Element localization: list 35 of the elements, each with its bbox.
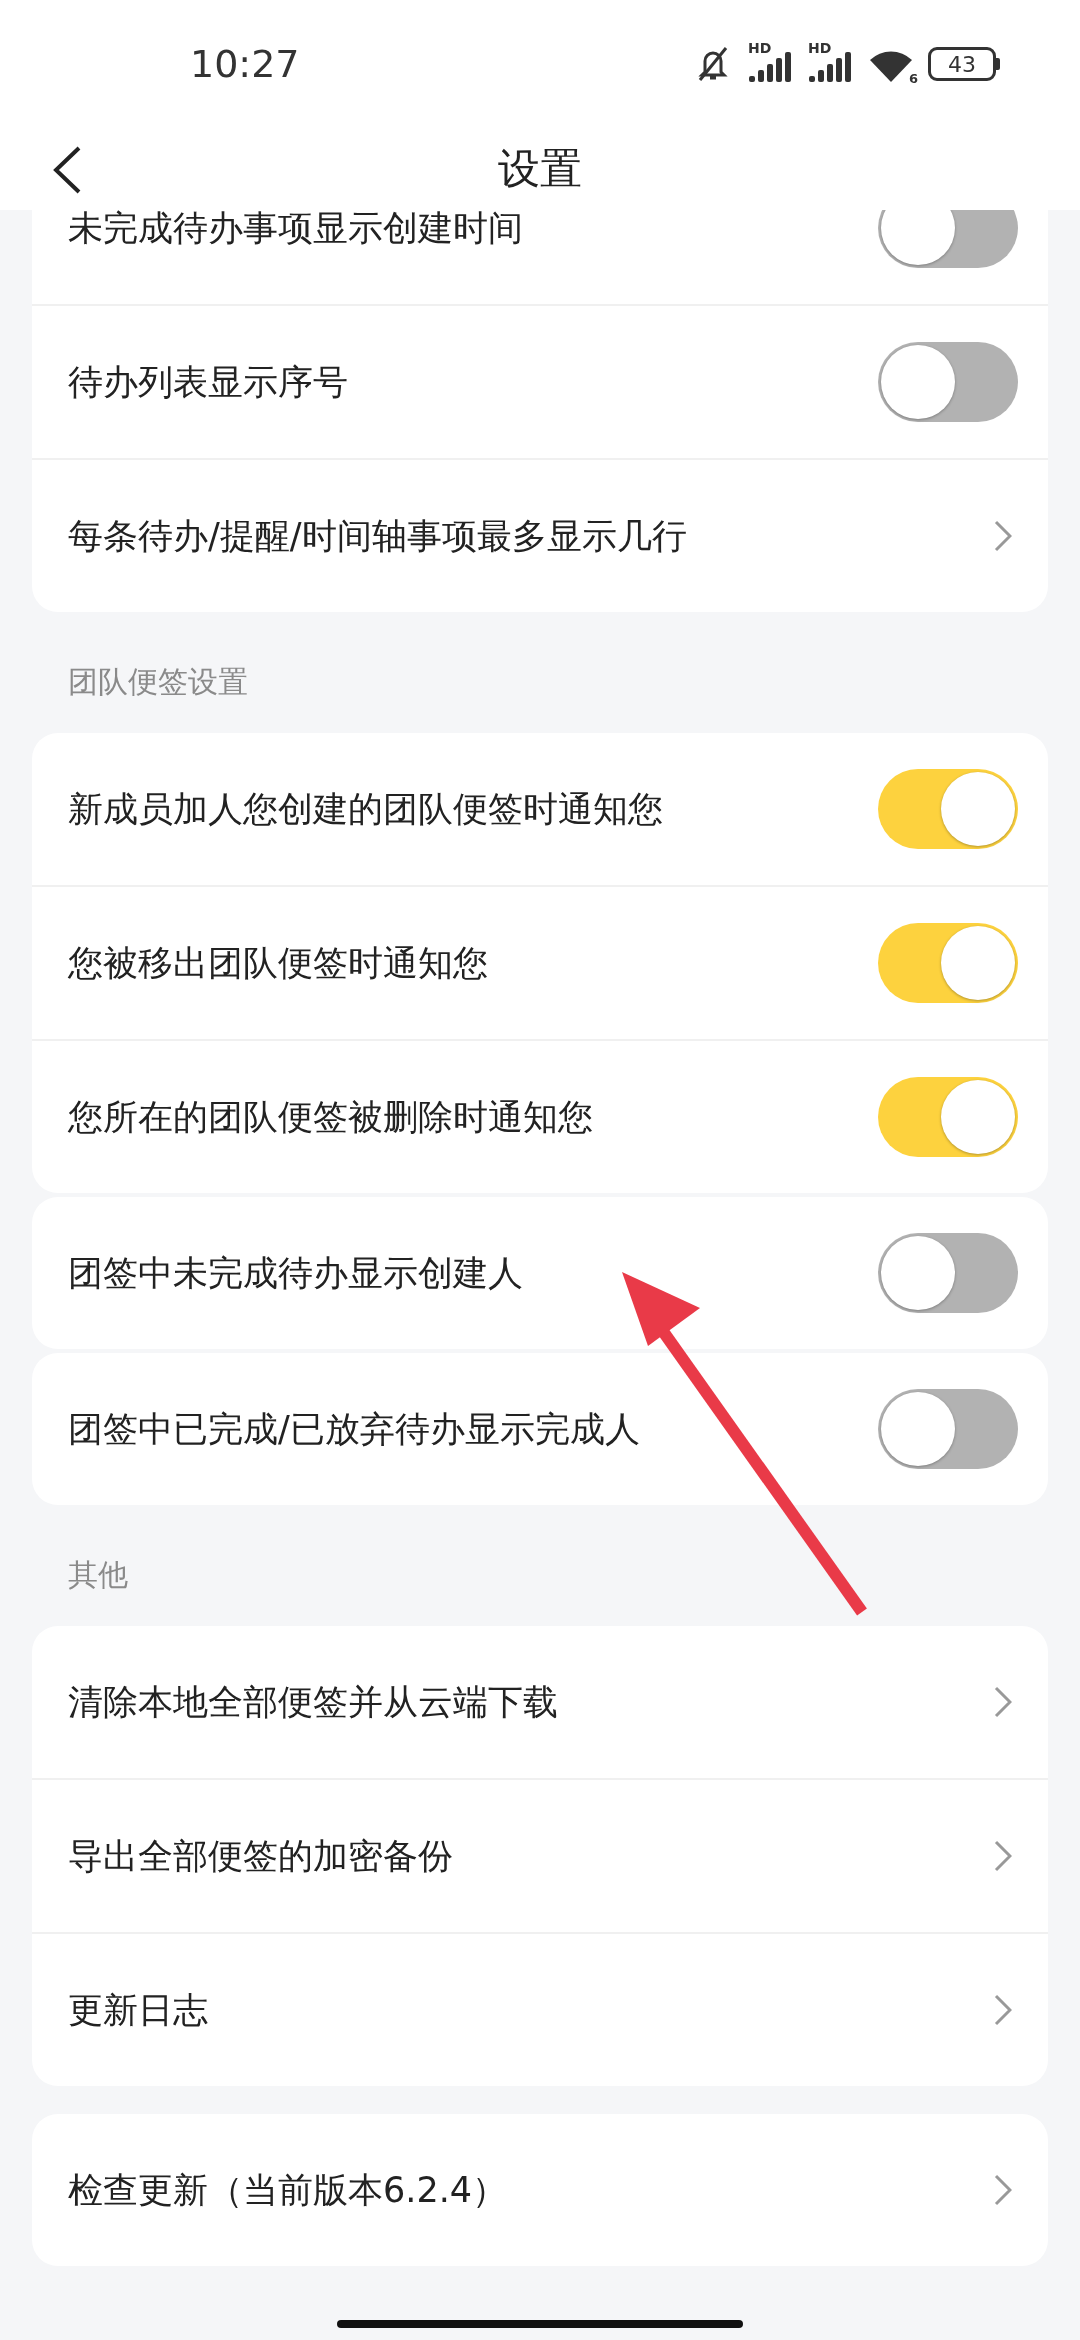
setting-row[interactable]: 您所在的团队便签被删除时通知您: [32, 1039, 1048, 1193]
setting-row[interactable]: 您被移出团队便签时通知您: [32, 885, 1048, 1039]
setting-label: 您被移出团队便签时通知您: [68, 941, 488, 985]
setting-row[interactable]: 更新日志: [32, 1932, 1048, 2086]
setting-label: 新成员加人您创建的团队便签时通知您: [68, 787, 663, 831]
setting-row[interactable]: 新成员加人您创建的团队便签时通知您: [32, 733, 1048, 885]
chevron-right-icon: [994, 1994, 1012, 2026]
chevron-right-icon: [994, 1686, 1012, 1718]
section-title: 团队便签设置: [67, 663, 249, 701]
setting-label: 团签中已完成/已放弃待办显示完成人: [68, 1407, 640, 1451]
chevron-right-icon: [994, 1840, 1012, 1872]
setting-label: 您所在的团队便签被删除时通知您: [68, 1095, 593, 1139]
setting-label: 导出全部便签的加密备份: [68, 1834, 453, 1878]
page-title: 设置: [498, 143, 582, 195]
setting-row[interactable]: 每条待办/提醒/时间轴事项最多显示几行: [32, 458, 1048, 612]
chevron-right-icon: [994, 2174, 1012, 2206]
setting-row[interactable]: 导出全部便签的加密备份: [32, 1778, 1048, 1932]
setting-row[interactable]: 团签中已完成/已放弃待办显示完成人: [32, 1353, 1048, 1505]
setting-row[interactable]: 团签中未完成待办显示创建人: [32, 1197, 1048, 1349]
setting-label: 待办列表显示序号: [68, 360, 348, 404]
setting-row[interactable]: 清除本地全部便签并从云端下载: [32, 1626, 1048, 1778]
setting-row[interactable]: 待办列表显示序号: [32, 304, 1048, 458]
setting-label: 检查更新（当前版本6.2.4）: [68, 2168, 508, 2212]
status-time: 10:27: [190, 42, 300, 86]
setting-label: 更新日志: [68, 1988, 208, 2032]
setting-row[interactable]: 检查更新（当前版本6.2.4）: [32, 2114, 1048, 2266]
setting-label: 每条待办/提醒/时间轴事项最多显示几行: [68, 514, 687, 558]
chevron-right-icon: [994, 520, 1012, 552]
setting-row[interactable]: 未完成待办事项显示创建时间: [32, 210, 1048, 304]
toggle-switch[interactable]: [878, 210, 1018, 268]
setting-label: 团签中未完成待办显示创建人: [68, 1251, 523, 1295]
setting-label: 清除本地全部便签并从云端下载: [68, 1680, 558, 1724]
setting-label: 未完成待办事项显示创建时间: [68, 210, 523, 250]
battery-level: 43: [928, 47, 996, 81]
section-title: 其他: [67, 1556, 129, 1594]
